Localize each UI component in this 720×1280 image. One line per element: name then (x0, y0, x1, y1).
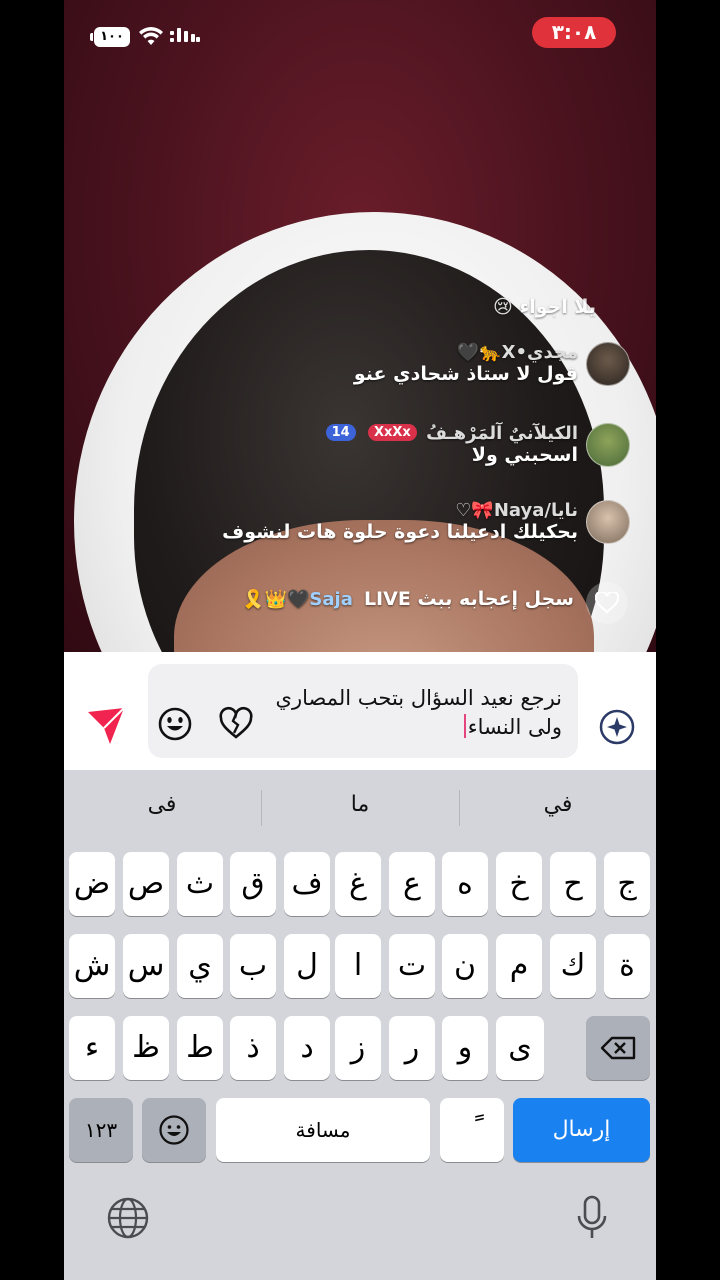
key[interactable]: س (123, 934, 169, 998)
key[interactable]: ى (496, 1016, 544, 1080)
suggestion-1[interactable]: في (460, 792, 656, 817)
avatar[interactable] (586, 342, 630, 386)
key[interactable]: ك (550, 934, 596, 998)
key[interactable]: ة (604, 934, 650, 998)
comment-input[interactable]: نرجع نعيد السؤال بتحب المصاري ولى النساء (148, 664, 578, 758)
live-video[interactable]: ١٠٠ ٣:٠٨ يلا اجواء 😢 مجدي•X🐆🖤 قول لا ستا… (64, 0, 656, 652)
signal-icon (170, 28, 200, 42)
battery-indicator: ١٠٠ (90, 27, 130, 47)
comment-input-value-wrap: نرجع نعيد السؤال بتحب المصاري ولى النساء (262, 684, 562, 742)
comment-username[interactable]: Saja🖤👑🎗️ (242, 589, 353, 610)
comment-item: مجدي•X🐆🖤 قول لا ستاذ شحادي عنو (230, 342, 630, 402)
key[interactable]: م (496, 934, 542, 998)
key[interactable]: ش (69, 934, 115, 998)
key[interactable]: و (442, 1016, 488, 1080)
key[interactable]: ز (335, 1016, 381, 1080)
status-bar: ١٠٠ ٣:٠٨ (64, 0, 656, 70)
comment-text: يلا اجواء 😢 (493, 296, 596, 318)
key[interactable]: خ (496, 852, 542, 916)
comment-username-text: الكيلآنيٌ آلمَرْهـفُ (426, 423, 578, 444)
emoji-icon[interactable] (157, 706, 193, 742)
emoji-icon (159, 1115, 189, 1145)
key[interactable]: ق (230, 852, 276, 916)
key[interactable]: ث (177, 852, 223, 916)
suggestion-3[interactable]: فى (64, 792, 260, 817)
numbers-key[interactable]: ١٢٣ (69, 1098, 133, 1162)
key[interactable]: ج (604, 852, 650, 916)
suggestion-2[interactable]: ما (262, 792, 458, 817)
heart-icon (595, 592, 619, 614)
key[interactable]: ا (335, 934, 381, 998)
comment-item: الكيلآنيٌ آلمَرْهـفُ XxXx 14 اسحبني ولا (210, 423, 630, 483)
key[interactable]: ص (123, 852, 169, 916)
key[interactable]: ف (284, 852, 330, 916)
diacritic-key[interactable]: ً (440, 1098, 504, 1162)
avatar[interactable] (586, 500, 630, 544)
ai-sparkle-icon[interactable] (598, 708, 636, 746)
live-stream-screen: ١٠٠ ٣:٠٨ يلا اجواء 😢 مجدي•X🐆🖤 قول لا ستا… (64, 0, 656, 1280)
key[interactable]: ي (177, 934, 223, 998)
comment-item: يلا اجواء 😢 (493, 296, 596, 318)
send-key[interactable]: إرسال (513, 1098, 650, 1162)
send-arrow-icon[interactable] (84, 704, 128, 748)
text-caret (463, 714, 466, 738)
key[interactable]: ح (550, 852, 596, 916)
suggestion-divider (261, 790, 262, 826)
key[interactable]: ط (177, 1016, 223, 1080)
comment-item: نايا/Naya🎀♡ بحكيلك ادعيلنا دعوة حلوة هات… (200, 500, 630, 560)
comment-text: بحكيلك ادعيلنا دعوة حلوة هات لنشوف (222, 521, 578, 543)
comment-text: سجل إعجابه ببث LIVE (363, 588, 574, 610)
comment-feed[interactable]: يلا اجواء 😢 مجدي•X🐆🖤 قول لا ستاذ شحادي ع… (64, 290, 656, 630)
key[interactable]: ض (69, 852, 115, 916)
key[interactable]: ل (284, 934, 330, 998)
key[interactable]: ب (230, 934, 276, 998)
space-key[interactable]: مسافة (216, 1098, 430, 1162)
comment-input-value: نرجع نعيد السؤال بتحب المصاري ولى النساء (275, 686, 562, 739)
fan-tag-badge: XxXx (367, 424, 417, 441)
microphone-icon[interactable] (574, 1194, 610, 1242)
comment-item: سجل إعجابه ببث LIVE Saja🖤👑🎗️ (242, 588, 574, 610)
comment-username[interactable]: نايا/Naya🎀♡ (222, 500, 578, 521)
key[interactable]: ذ (230, 1016, 276, 1080)
key[interactable]: ت (389, 934, 435, 998)
like-button[interactable] (586, 582, 628, 624)
key[interactable]: ع (389, 852, 435, 916)
emoji-key[interactable] (142, 1098, 206, 1162)
clock-time: ٣:٠٨ (532, 17, 616, 48)
comment-username[interactable]: مجدي•X🐆🖤 (354, 342, 578, 363)
suggestion-divider (459, 790, 460, 826)
key[interactable]: ه (442, 852, 488, 916)
comment-text: قول لا ستاذ شحادي عنو (353, 363, 578, 385)
comment-username[interactable]: الكيلآنيٌ آلمَرْهـفُ XxXx 14 (323, 423, 578, 444)
key[interactable]: ر (389, 1016, 435, 1080)
key[interactable]: د (284, 1016, 330, 1080)
suggestion-bar: في ما فى (64, 770, 656, 848)
key[interactable]: ء (69, 1016, 115, 1080)
key[interactable]: ظ (123, 1016, 169, 1080)
globe-icon[interactable] (106, 1196, 150, 1240)
broken-heart-icon[interactable] (218, 706, 254, 742)
comment-text: اسحبني ولا (471, 444, 578, 466)
wifi-icon (139, 27, 163, 45)
avatar[interactable] (586, 423, 630, 467)
level-badge: 14 (325, 424, 356, 441)
key[interactable]: ن (442, 934, 488, 998)
backspace-key[interactable] (586, 1016, 650, 1080)
backspace-icon (600, 1036, 636, 1060)
key[interactable]: غ (335, 852, 381, 916)
